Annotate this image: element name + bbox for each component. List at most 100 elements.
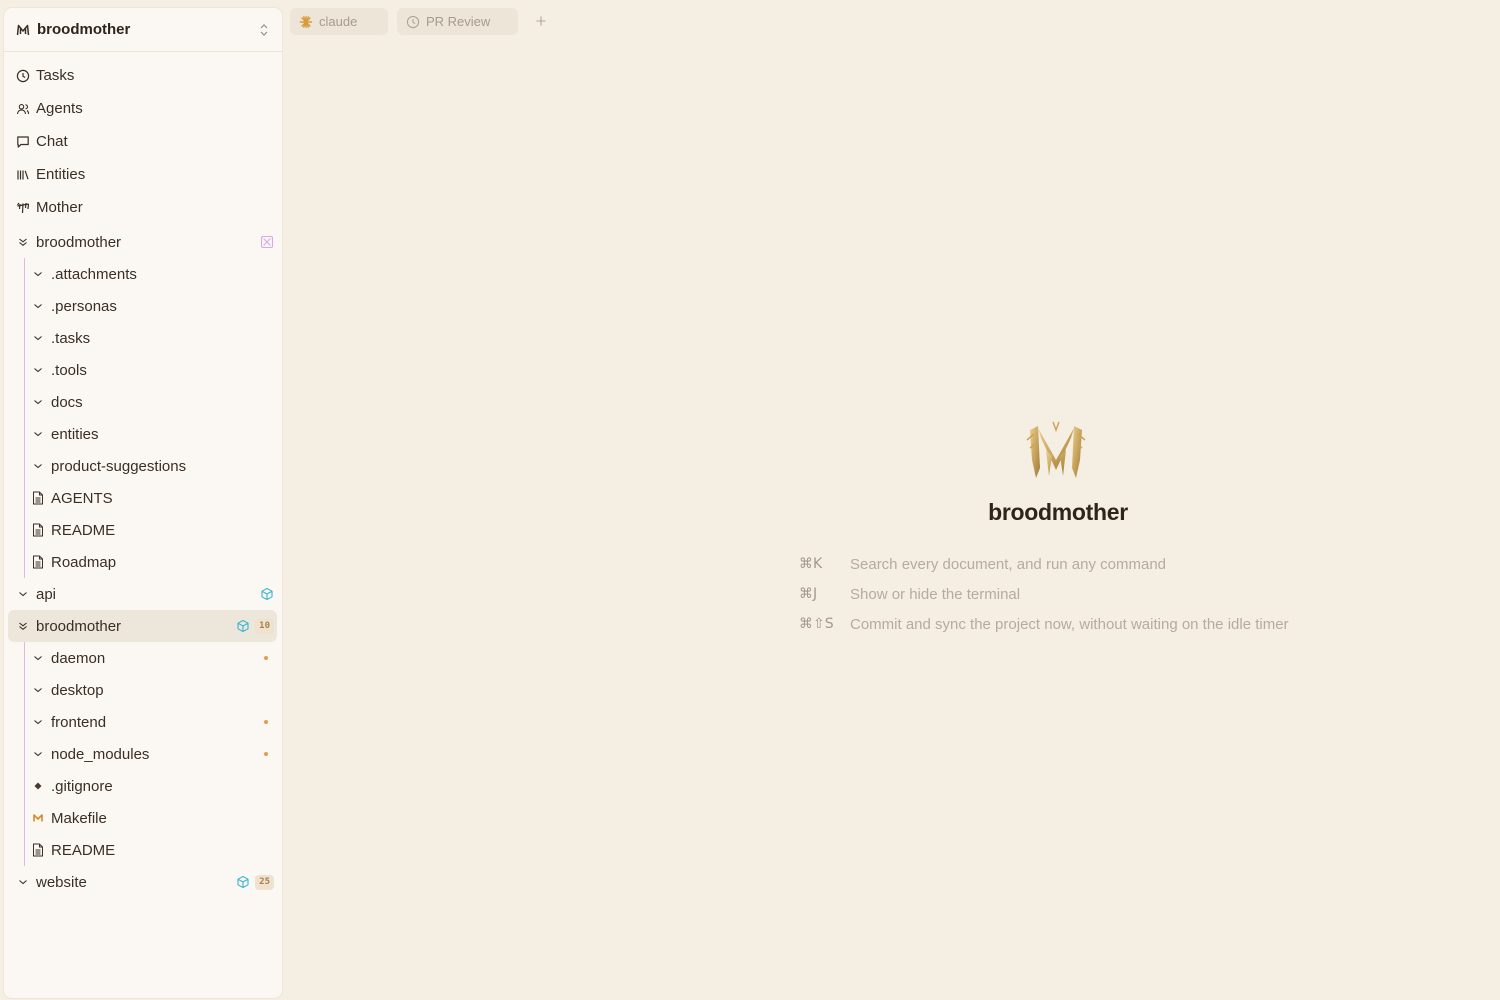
tree-item-label: daemon <box>51 649 106 667</box>
tree-item-folder[interactable]: product-suggestions <box>4 450 282 482</box>
welcome-title: broodmother <box>988 499 1128 525</box>
mother-icon <box>16 201 30 215</box>
library-icon <box>16 168 30 182</box>
tree-item-file[interactable]: .gitignore <box>4 770 282 802</box>
main-nav: Tasks Agents Chat Entities Mother <box>4 52 282 224</box>
chevron-down-icon <box>16 587 30 601</box>
nav-item-label: Tasks <box>36 67 75 84</box>
changes-count-badge: 10 <box>255 618 274 634</box>
modified-dot <box>264 752 268 756</box>
tree-item-label: .tools <box>51 361 87 379</box>
tree-item-label: .personas <box>51 297 117 315</box>
nav-item-label: Entities <box>36 166 86 183</box>
image-placeholder-icon[interactable] <box>260 235 274 249</box>
tree-item-folder[interactable]: docs <box>4 386 282 418</box>
clock-icon <box>406 15 420 29</box>
tree-item-folder[interactable]: .tools <box>4 354 282 386</box>
tree-item-file[interactable]: Makefile <box>4 802 282 834</box>
nav-item-entities[interactable]: Entities <box>4 158 282 191</box>
modified-dot <box>264 656 268 660</box>
tree-item-label: README <box>51 521 116 539</box>
chevron-up-down-icon <box>258 23 270 37</box>
chevron-down-icon <box>31 683 45 697</box>
tree-item-folder[interactable]: .personas <box>4 290 282 322</box>
plus-icon <box>536 16 546 26</box>
shortcut-description: Search every document, and run any comma… <box>850 555 1167 573</box>
workspace-switcher[interactable]: broodmother <box>4 8 282 52</box>
tree-item-label: node_modules <box>51 745 150 763</box>
tree-item-label: entities <box>51 425 99 443</box>
tab-claude[interactable]: claude <box>290 8 388 35</box>
gitignore-diamond-icon <box>31 779 45 793</box>
tree-item-label: AGENTS <box>51 489 113 507</box>
nav-item-label: Agents <box>36 100 83 117</box>
chevron-down-icon <box>31 427 45 441</box>
changes-count-badge: 25 <box>255 874 274 890</box>
nav-item-label: Mother <box>36 199 83 216</box>
shortcut-list: ⌘K Search every document, and run any co… <box>799 549 1289 639</box>
tree-root-api[interactable]: api <box>4 578 282 610</box>
app-window: broodmother Tasks Agents Chat Entities M… <box>0 0 1500 1000</box>
shortcut-row: ⌘⇧S Commit and sync the project now, wit… <box>799 609 1289 639</box>
chevron-down-icon <box>31 651 45 665</box>
tree-item-document[interactable]: Roadmap <box>4 546 282 578</box>
workspace-name: broodmother <box>37 21 131 38</box>
double-chevron-down-icon <box>16 619 30 633</box>
tree-item-label: .attachments <box>51 265 137 283</box>
tree-item-label: README <box>51 841 116 859</box>
tree-item-label: Roadmap <box>51 553 117 571</box>
shortcut-keys: ⌘⇧S <box>799 616 834 632</box>
shortcut-description: Show or hide the terminal <box>850 585 1021 603</box>
tree-item-folder[interactable]: .attachments <box>4 258 282 290</box>
tree-item-folder[interactable]: entities <box>4 418 282 450</box>
tree-item-folder[interactable]: daemon <box>4 642 282 674</box>
users-icon <box>16 102 30 116</box>
tree-item-label: .gitignore <box>51 777 113 795</box>
clock-icon <box>16 69 30 83</box>
chevron-down-icon <box>31 299 45 313</box>
broodmother-logo-icon <box>16 23 30 37</box>
repo-cube-icon[interactable] <box>236 875 250 889</box>
tree-item-label: docs <box>51 393 83 411</box>
chat-bubble-icon <box>16 135 30 149</box>
tree-item-folder[interactable]: frontend <box>4 706 282 738</box>
double-chevron-down-icon <box>16 235 30 249</box>
tree-item-folder[interactable]: .tasks <box>4 322 282 354</box>
tab-pr-review[interactable]: PR Review <box>397 8 518 35</box>
nav-item-mother[interactable]: Mother <box>4 191 282 224</box>
tab-label: PR Review <box>426 14 491 29</box>
shortcut-description: Commit and sync the project now, without… <box>850 615 1289 633</box>
tree-item-document[interactable]: README <box>4 514 282 546</box>
tree-item-folder[interactable]: desktop <box>4 674 282 706</box>
chevron-down-icon <box>31 715 45 729</box>
tree-item-folder[interactable]: node_modules <box>4 738 282 770</box>
chevron-down-icon <box>31 459 45 473</box>
makefile-icon <box>31 811 45 825</box>
file-tree: broodmother .attachments .personas .task… <box>4 226 282 898</box>
chevron-down-icon <box>31 363 45 377</box>
tree-root-label: api <box>36 585 57 603</box>
tree-item-label: desktop <box>51 681 104 699</box>
tree-root-website[interactable]: website 25 <box>4 866 282 898</box>
tree-root-label: broodmother <box>36 233 122 251</box>
chevron-down-icon <box>31 747 45 761</box>
chevron-down-icon <box>31 267 45 281</box>
tree-item-document[interactable]: AGENTS <box>4 482 282 514</box>
tree-item-label: frontend <box>51 713 107 731</box>
document-icon <box>31 523 45 537</box>
nav-item-label: Chat <box>36 133 68 150</box>
tree-root-broodmother[interactable]: broodmother <box>4 226 282 258</box>
document-icon <box>31 491 45 505</box>
tab-label: claude <box>319 14 358 29</box>
chevron-down-icon <box>16 875 30 889</box>
tree-item-document[interactable]: README <box>4 834 282 866</box>
nav-item-agents[interactable]: Agents <box>4 92 282 125</box>
repo-cube-icon[interactable] <box>260 587 274 601</box>
document-icon <box>31 555 45 569</box>
nav-item-chat[interactable]: Chat <box>4 125 282 158</box>
repo-cube-icon[interactable] <box>236 619 250 633</box>
new-tab-button[interactable] <box>532 11 550 31</box>
modified-dot <box>264 720 268 724</box>
tree-root-broodmother-repo[interactable]: broodmother 10 <box>8 610 277 642</box>
nav-item-tasks[interactable]: Tasks <box>4 59 282 92</box>
